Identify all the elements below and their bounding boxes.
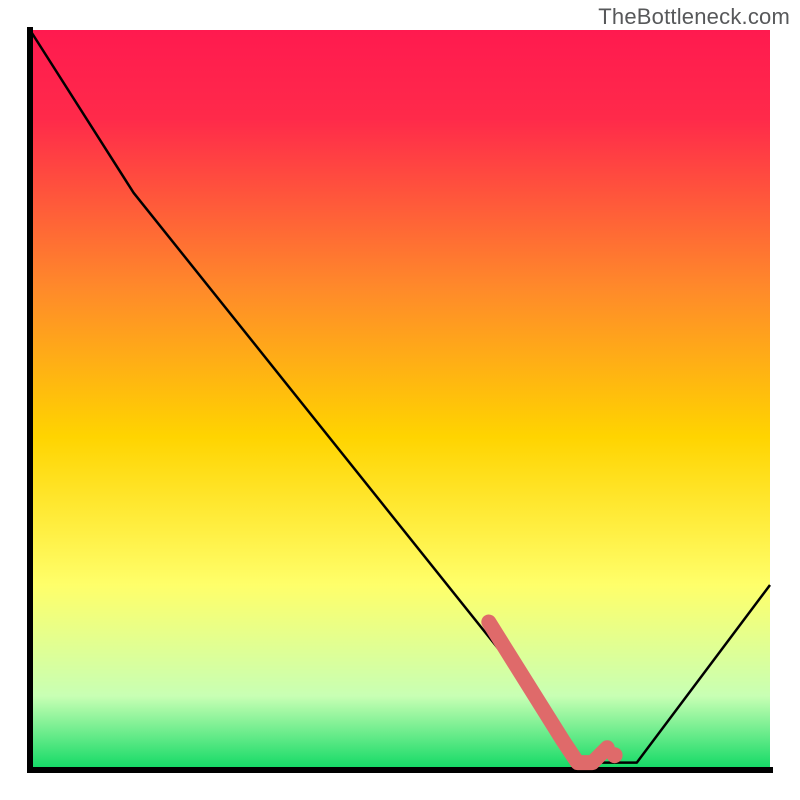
chart-svg <box>0 0 800 800</box>
watermark-text: TheBottleneck.com <box>598 4 790 30</box>
chart-root: TheBottleneck.com <box>0 0 800 800</box>
gradient-background <box>30 30 770 770</box>
highlight-dot <box>607 747 623 763</box>
